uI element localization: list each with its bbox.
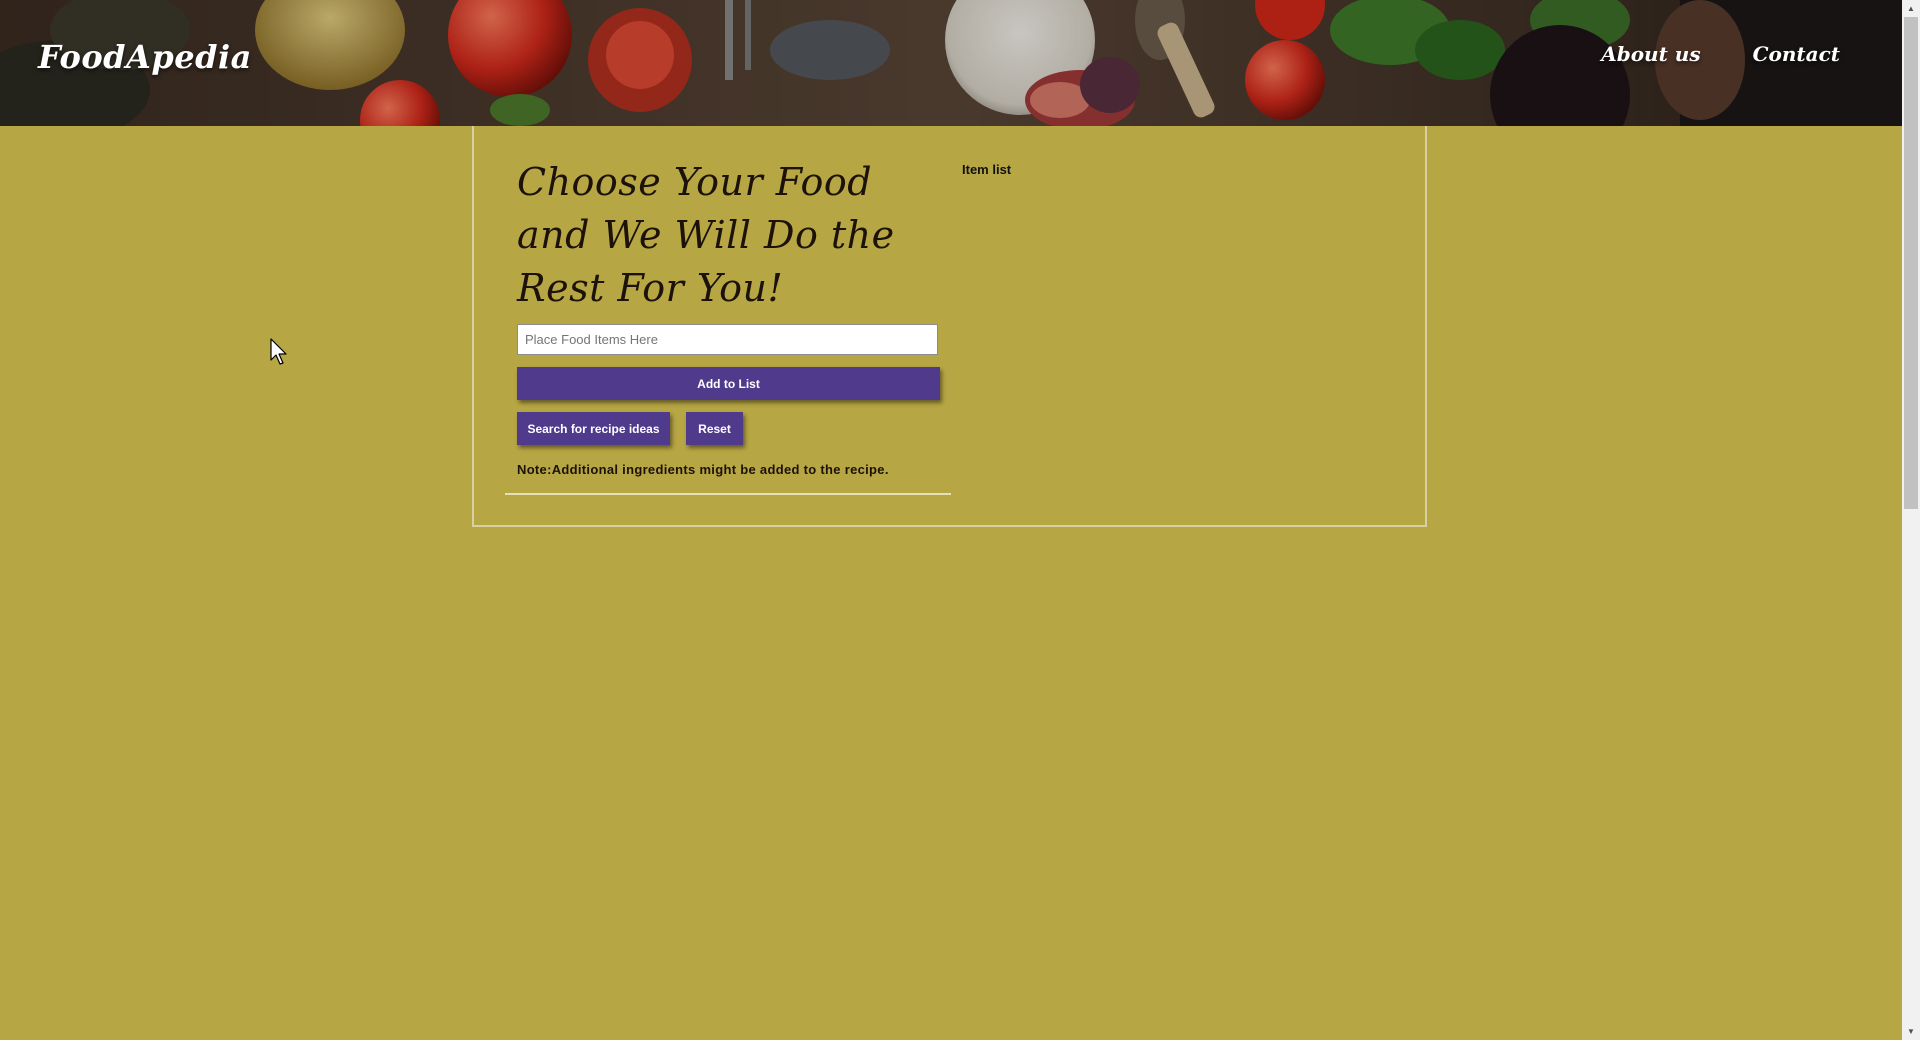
food-items-input[interactable] [517, 324, 938, 355]
nav-contact-link[interactable]: Contact [1753, 42, 1840, 66]
item-list-heading: Item list [962, 162, 1012, 177]
scroll-down-arrow-icon[interactable]: ▼ [1902, 1023, 1920, 1040]
header-banner: FoodApedia About us Contact [0, 0, 1902, 126]
main-nav: About us Contact [1601, 42, 1840, 66]
mouse-pointer-icon [270, 338, 287, 365]
reset-button[interactable]: Reset [686, 412, 743, 445]
nav-about-us-link[interactable]: About us [1601, 42, 1700, 66]
ingredients-note: Note:Additional ingredients might be add… [517, 462, 889, 477]
scroll-up-arrow-icon[interactable]: ▲ [1902, 0, 1920, 17]
add-to-list-button[interactable]: Add to List [517, 367, 940, 400]
scrollbar-thumb[interactable] [1904, 17, 1918, 509]
vertical-scrollbar[interactable]: ▲ ▼ [1902, 0, 1920, 1040]
section-divider [505, 493, 951, 495]
page: FoodApedia About us Contact Choose Your … [0, 0, 1920, 1040]
brand-logo[interactable]: FoodApedia [38, 38, 252, 76]
page-headline: Choose Your Food and We Will Do the Rest… [517, 160, 895, 310]
search-recipe-ideas-button[interactable]: Search for recipe ideas [517, 412, 670, 445]
